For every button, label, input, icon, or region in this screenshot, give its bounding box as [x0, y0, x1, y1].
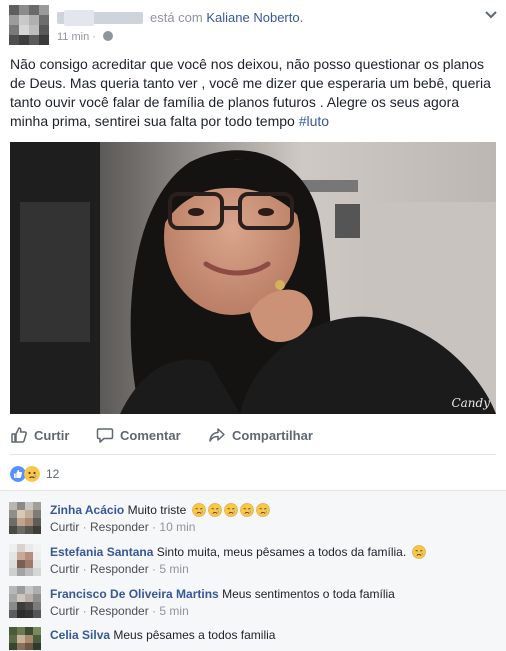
avatar[interactable]: [9, 544, 41, 576]
post-timestamp[interactable]: 11 min: [57, 31, 89, 43]
reactions-summary[interactable]: 12: [10, 465, 59, 483]
post-photo[interactable]: Candy: [10, 142, 496, 414]
crying-face-emoji-icon: [223, 503, 238, 517]
comment-label: Comentar: [120, 427, 181, 443]
comment-like-link[interactable]: Curtir: [50, 562, 79, 576]
crying-face-emoji-icon: [239, 503, 254, 517]
meta-separator: ·: [92, 31, 96, 43]
share-button[interactable]: Compartilhar: [208, 422, 313, 448]
photo-illustration: [10, 142, 496, 414]
comment-author[interactable]: Estefania Santana: [50, 545, 153, 559]
tagged-line: está com Kaliane Noberto.: [150, 10, 303, 25]
comment-author[interactable]: Celia Silva: [50, 628, 110, 642]
crying-face-emoji-icon: [411, 545, 426, 559]
like-label: Curtir: [34, 427, 70, 443]
comment-text: Muito triste: [127, 503, 187, 517]
comment-reply-link[interactable]: Responder: [90, 520, 149, 534]
crying-face-emoji-icon: [207, 503, 222, 517]
comment-meta: Curtir · Responder · 5 min: [50, 604, 189, 618]
comment-button[interactable]: Comentar: [96, 422, 181, 448]
comment-like-link[interactable]: Curtir: [50, 604, 79, 618]
comment-author[interactable]: Zinha Acácio: [50, 503, 124, 517]
author-name-redacted-2: [64, 10, 94, 26]
comment-meta: Curtir · Responder · 10 min: [50, 520, 196, 534]
post-meta: 11 min ·: [57, 31, 113, 43]
comment-reply-link[interactable]: Responder: [90, 562, 149, 576]
comment-time[interactable]: 10 min: [159, 520, 195, 534]
comment-icon: [96, 428, 114, 443]
comment-text: Meus sentimentos o toda família: [222, 587, 395, 601]
comment-text: Sinto muita, meus pêsames a todos da fam…: [156, 545, 407, 559]
reactions-count: 12: [46, 467, 60, 481]
avatar[interactable]: [9, 586, 41, 618]
comment-emojis: [190, 503, 270, 517]
comment-meta: Curtir · Responder · 5 min: [50, 562, 189, 576]
sad-icon: [24, 466, 40, 482]
tagged-person-link[interactable]: Kaliane Noberto.: [206, 10, 303, 25]
comment-emojis: [410, 545, 426, 559]
comment-reply-link[interactable]: Responder: [90, 604, 149, 618]
post-message-text: Não consigo acreditar que você nos deixo…: [10, 56, 491, 129]
photo-watermark: Candy: [451, 396, 490, 410]
post-message: Não consigo acreditar que você nos deixo…: [10, 55, 498, 131]
post-actions: Curtir Comentar Compartilhar: [0, 422, 506, 448]
comment-time[interactable]: 5 min: [159, 604, 188, 618]
comment-like-link[interactable]: Curtir: [50, 520, 79, 534]
like-button[interactable]: Curtir: [10, 422, 69, 448]
share-icon: [209, 428, 225, 442]
comment-text: Meus pêsames a todos familia: [113, 628, 276, 642]
avatar[interactable]: [9, 627, 41, 650]
comment-author[interactable]: Francisco De Oliveira Martins: [50, 587, 219, 601]
actions-divider: [10, 454, 496, 455]
share-label: Compartilhar: [232, 427, 313, 443]
crying-face-emoji-icon: [255, 503, 270, 517]
comment-time[interactable]: 5 min: [159, 562, 188, 576]
globe-icon: [103, 31, 113, 41]
hashtag-link[interactable]: #luto: [299, 113, 329, 129]
avatar[interactable]: [9, 502, 41, 534]
chevron-down-icon[interactable]: [484, 10, 498, 20]
author-avatar[interactable]: [9, 5, 49, 45]
crying-face-emoji-icon: [191, 503, 206, 517]
with-text: está com: [150, 10, 203, 25]
thumbs-up-icon: [11, 427, 27, 443]
facebook-post: está com Kaliane Noberto. 11 min · Não c…: [0, 0, 506, 651]
